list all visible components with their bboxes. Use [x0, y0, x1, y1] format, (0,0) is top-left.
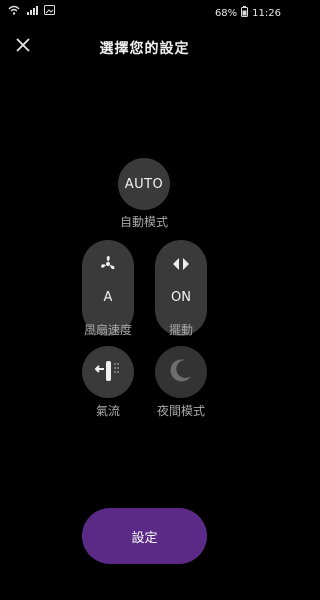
signal-icon: [26, 5, 38, 18]
set-button-label: 設定: [131, 530, 158, 546]
image-icon: [44, 5, 55, 18]
night-mode-button[interactable]: [155, 346, 207, 398]
oscillate-arrows-icon: [171, 256, 191, 276]
status-right: 68% 11:26: [215, 6, 281, 20]
status-left: [8, 5, 55, 18]
page-title: 選擇您的設定: [99, 41, 190, 57]
oscillation-value: ON: [171, 290, 191, 305]
oscillation-label: 擺動: [168, 323, 193, 337]
fan-icon: [98, 254, 118, 278]
wifi-icon: [8, 5, 20, 18]
moon-icon: [167, 356, 195, 388]
auto-mode-label: 自動模式: [119, 215, 168, 229]
battery-percent: 68%: [214, 7, 238, 19]
night-mode-label: 夜間模式: [156, 404, 205, 418]
airflow-button[interactable]: [82, 346, 134, 398]
fan-speed-value: A: [103, 290, 113, 305]
set-button[interactable]: 設定: [82, 508, 207, 564]
airflow-icon: [94, 357, 122, 387]
auto-mode-button[interactable]: AUTO: [118, 158, 170, 210]
clock: 11:26: [252, 7, 281, 19]
battery-icon: [241, 6, 249, 20]
header: 選擇您的設定: [0, 26, 289, 66]
auto-mode-value: AUTO: [124, 176, 164, 192]
status-bar: 68% 11:26: [0, 0, 289, 24]
